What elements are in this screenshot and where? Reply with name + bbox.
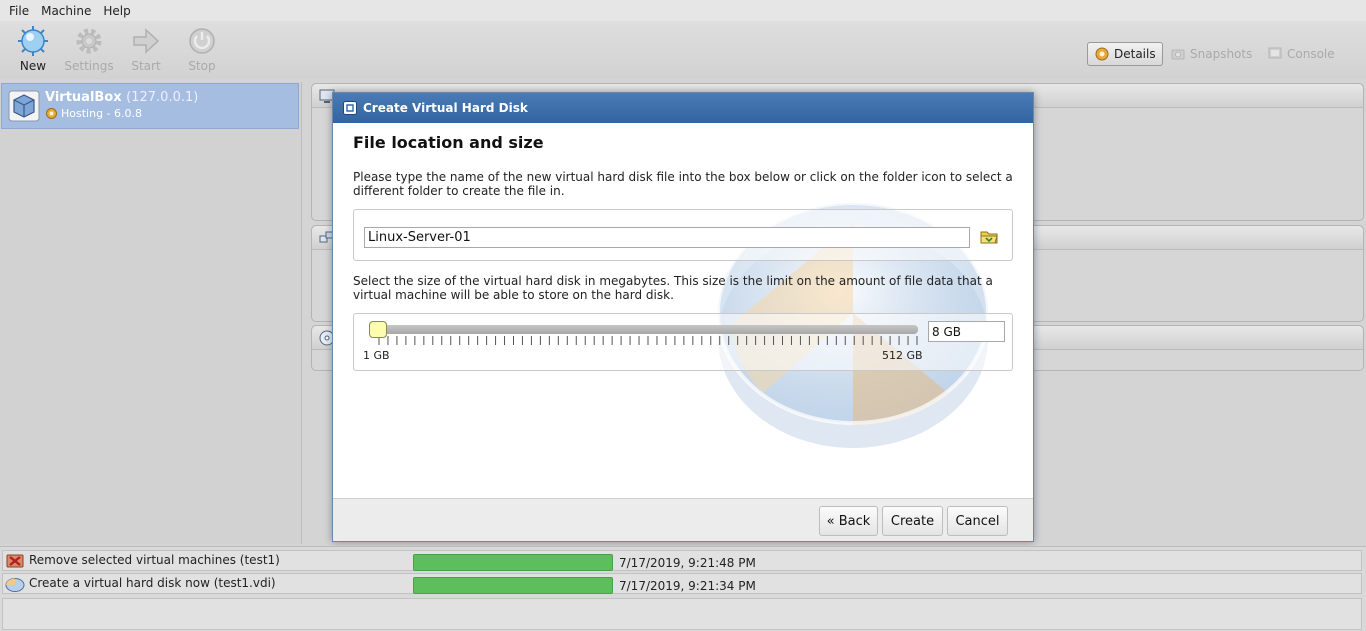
camera-icon bbox=[1171, 49, 1185, 60]
create-button[interactable]: Create bbox=[882, 506, 943, 536]
dialog-footer: « Back Create Cancel bbox=[333, 498, 1033, 541]
settings-button[interactable]: Settings bbox=[61, 25, 117, 77]
task-progress-bar bbox=[413, 554, 613, 571]
list-item[interactable]: Create a virtual hard disk now (test1.vd… bbox=[2, 573, 1362, 594]
new-icon bbox=[17, 25, 49, 57]
size-description: Select the size of the virtual hard disk… bbox=[353, 274, 993, 302]
settings-label: Settings bbox=[64, 59, 114, 73]
menu-machine[interactable]: Machine bbox=[35, 4, 97, 18]
cancel-button[interactable]: Cancel bbox=[947, 506, 1008, 536]
stop-label: Stop bbox=[188, 59, 216, 73]
gear-icon bbox=[73, 25, 105, 57]
folder-icon[interactable] bbox=[979, 227, 999, 247]
vm-name: VirtualBox (127.0.0.1) bbox=[45, 90, 198, 105]
vm-list: VirtualBox (127.0.0.1) Hosting - 6.0.8 bbox=[0, 82, 302, 544]
dialog-title: Create Virtual Hard Disk bbox=[363, 101, 528, 115]
size-min-label: 1 GB bbox=[363, 349, 390, 362]
task-text: Remove selected virtual machines (test1) bbox=[29, 553, 280, 567]
snapshots-button[interactable]: Snapshots bbox=[1164, 42, 1258, 66]
size-group: 1 GB 512 GB bbox=[353, 313, 1013, 371]
monitor-icon bbox=[1268, 47, 1282, 59]
virtualbox-icon bbox=[8, 90, 40, 122]
new-button[interactable]: New bbox=[5, 25, 61, 77]
toolbar: New Settings Start Stop Details Snapshot… bbox=[0, 21, 1366, 79]
vm-list-item[interactable]: VirtualBox (127.0.0.1) Hosting - 6.0.8 bbox=[1, 83, 299, 129]
vm-status-text: Hosting - 6.0.8 bbox=[61, 107, 143, 120]
back-button[interactable]: « Back bbox=[819, 506, 878, 536]
location-group bbox=[353, 209, 1013, 261]
size-slider-track[interactable] bbox=[378, 325, 918, 334]
task-list-empty-area bbox=[2, 598, 1362, 630]
new-label: New bbox=[19, 59, 47, 73]
hard-disk-icon bbox=[5, 578, 25, 592]
start-label: Start bbox=[131, 59, 161, 73]
menu-help[interactable]: Help bbox=[97, 4, 136, 18]
file-name-input[interactable] bbox=[364, 227, 970, 248]
size-slider-handle[interactable] bbox=[369, 321, 387, 338]
power-icon bbox=[186, 25, 218, 57]
start-button[interactable]: Start bbox=[118, 25, 174, 77]
page-title: File location and size bbox=[353, 133, 544, 152]
menu-file[interactable]: File bbox=[3, 4, 35, 18]
size-max-label: 512 GB bbox=[882, 349, 923, 362]
vm-host: (127.0.0.1) bbox=[126, 90, 199, 105]
size-slider-ticks bbox=[378, 336, 918, 345]
gear-icon bbox=[1095, 47, 1109, 61]
task-progress-bar bbox=[413, 577, 613, 594]
console-button[interactable]: Console bbox=[1261, 42, 1341, 66]
virtualbox-icon bbox=[343, 101, 357, 115]
stop-button[interactable]: Stop bbox=[174, 25, 230, 77]
console-label: Console bbox=[1287, 47, 1335, 61]
details-button[interactable]: Details bbox=[1087, 42, 1163, 66]
location-description: Please type the name of the new virtual … bbox=[353, 170, 1013, 198]
create-virtual-hard-disk-dialog: Create Virtual Hard Disk File location a… bbox=[332, 92, 1034, 542]
remove-vm-icon bbox=[6, 554, 24, 568]
gear-icon bbox=[46, 108, 57, 119]
vm-name-text: VirtualBox bbox=[45, 90, 122, 105]
vm-status: Hosting - 6.0.8 bbox=[45, 107, 142, 120]
dialog-title-bar[interactable]: Create Virtual Hard Disk bbox=[333, 93, 1033, 123]
details-label: Details bbox=[1114, 47, 1156, 61]
task-progress-list: Remove selected virtual machines (test1)… bbox=[0, 546, 1366, 631]
snapshots-label: Snapshots bbox=[1190, 47, 1253, 61]
task-time: 7/17/2019, 9:21:34 PM bbox=[619, 579, 756, 593]
task-time: 7/17/2019, 9:21:48 PM bbox=[619, 556, 756, 570]
menu-bar: File Machine Help bbox=[0, 0, 1366, 21]
size-input[interactable] bbox=[928, 321, 1005, 342]
arrow-right-icon bbox=[130, 25, 162, 57]
dialog-body: File location and size Please type the n… bbox=[333, 123, 1033, 498]
task-text: Create a virtual hard disk now (test1.vd… bbox=[29, 576, 276, 590]
list-item[interactable]: Remove selected virtual machines (test1)… bbox=[2, 550, 1362, 571]
